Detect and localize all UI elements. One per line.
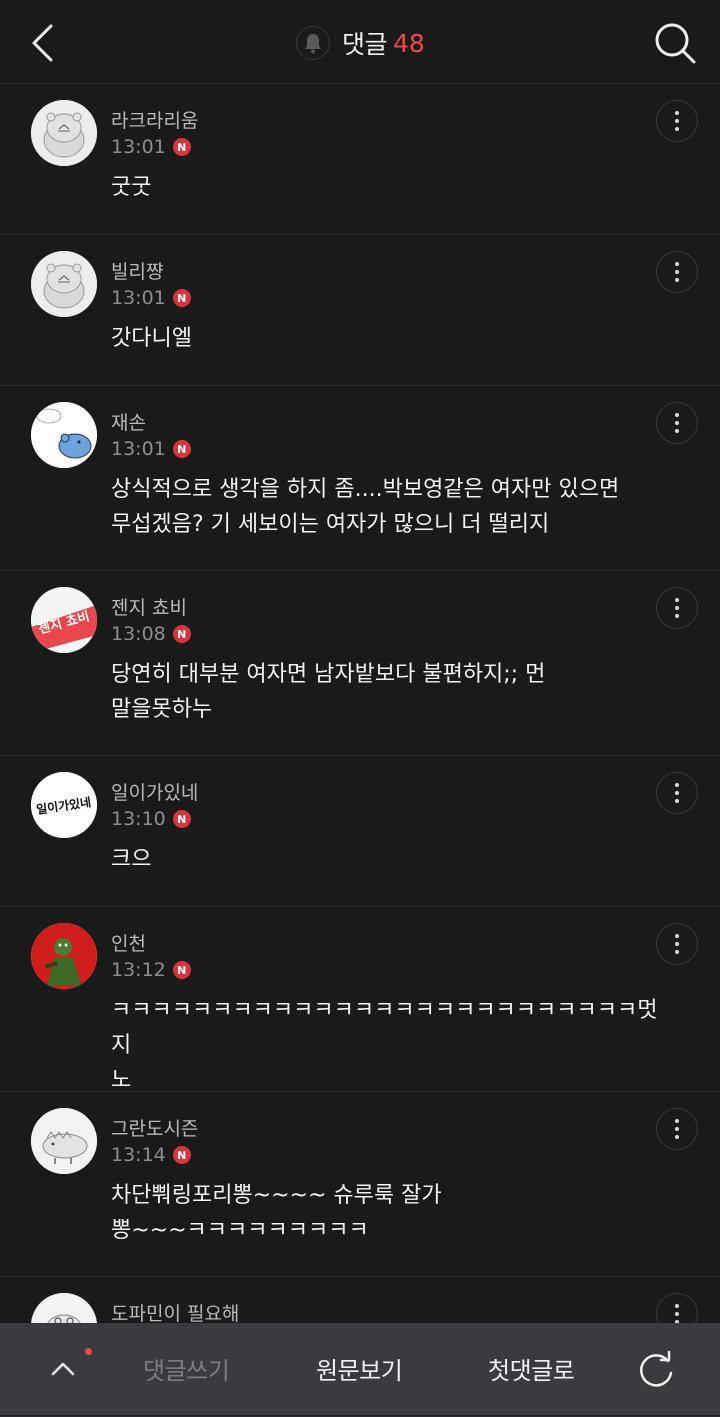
more-vertical-icon: [675, 598, 679, 618]
more-options-button[interactable]: [656, 251, 698, 293]
avatar-art: [31, 100, 97, 166]
header-title-group: 댓글 48: [296, 22, 425, 64]
more-options-button[interactable]: [656, 772, 698, 814]
comment-nickname[interactable]: 일이가있네: [111, 778, 198, 805]
view-original-button[interactable]: 원문보기: [316, 1351, 403, 1386]
more-vertical-icon: [675, 413, 679, 433]
search-icon: [655, 23, 696, 64]
search-button[interactable]: [650, 18, 700, 68]
write-comment-button[interactable]: 댓글쓰기: [143, 1351, 230, 1386]
avatar-art: [31, 402, 97, 468]
comment-time: 13:10: [111, 808, 166, 830]
avatar[interactable]: [31, 251, 97, 317]
more-options-button[interactable]: [656, 402, 698, 444]
comment-time: 13:08: [111, 623, 166, 645]
comment-time: 13:12: [111, 959, 166, 981]
new-badge: N: [172, 810, 191, 828]
new-badge: N: [172, 289, 191, 307]
new-indicator-dot: [85, 1348, 92, 1355]
comment-meta: 13:12 N: [111, 959, 191, 981]
more-vertical-icon: [675, 934, 679, 954]
comment-nickname[interactable]: 젠지 쵸비: [111, 593, 187, 620]
notification-toggle[interactable]: [296, 26, 330, 60]
refresh-button[interactable]: [636, 1349, 678, 1391]
comment-item: 일이가있네 일이가있네 13:10 N 크으: [0, 756, 720, 907]
comment-count: 48: [393, 28, 425, 58]
comment-text: ㅋㅋㅋㅋㅋㅋㅋㅋㅋㅋㅋㅋㅋㅋㅋㅋㅋㅋㅋㅋㅋㅋㅋㅋㅋㅋ멋지 노: [111, 998, 658, 1093]
top-bar: 댓글 48: [0, 0, 720, 84]
more-vertical-icon: [675, 1119, 679, 1139]
comment-meta: 13:01 N: [111, 287, 191, 309]
new-badge: N: [172, 625, 191, 643]
comment-item: 재손 13:01 N 상식적으로 생각을 하지 좀....박보영같은 여자만 있으면 …: [0, 386, 720, 571]
comment-time: 13:01: [111, 438, 166, 460]
comment-text: 상식적으로 생각을 하지 좀....박보영같은 여자만 있으면 무섭겠음? 기 …: [111, 477, 620, 537]
refresh-icon: [640, 1350, 673, 1387]
comment-meta: 13:01 N: [111, 136, 191, 158]
comment-meta: 13:08 N: [111, 623, 191, 645]
comment-nickname[interactable]: 재손: [111, 408, 146, 435]
comment-nickname[interactable]: 도파민이 필요해: [111, 1299, 239, 1326]
new-badge: N: [172, 961, 191, 979]
comment-time: 13:01: [111, 287, 166, 309]
avatar-art: [31, 1108, 97, 1174]
comment-text: 굿굿: [111, 175, 152, 200]
comment-nickname[interactable]: 빌리쨩: [111, 257, 163, 284]
comment-meta: 13:01 N: [111, 438, 191, 460]
avatar[interactable]: [31, 1108, 97, 1174]
scroll-top-button[interactable]: [44, 1349, 84, 1389]
more-options-button[interactable]: [656, 1108, 698, 1150]
avatar-art: [31, 251, 97, 317]
comment-text: 차단뿨링포리뽕~~~~ 슈루룩 잘가 뽕~~~ㅋㅋㅋㅋㅋㅋㅋㅋㅋ: [111, 1183, 442, 1243]
back-button[interactable]: [22, 18, 66, 68]
comment-item: 그란도시즌 13:14 N 차단뿨링포리뽕~~~~ 슈루룩 잘가 뽕~~~ㅋㅋㅋㅋㅋㅋ…: [0, 1092, 720, 1277]
comment-text: 크으: [111, 847, 152, 872]
comment-item: 라크라리움 13:01 N 굿굿: [0, 84, 720, 235]
comment-text: 당연히 대부분 여자면 남자밭보다 불편하지;; 먼 말을못하누: [111, 662, 546, 722]
comment-time: 13:14: [111, 1144, 166, 1166]
bell-icon: [305, 34, 321, 54]
more-options-button[interactable]: [656, 100, 698, 142]
avatar-art: 젠지 쵸비: [31, 587, 97, 653]
avatar-art: [31, 923, 97, 989]
comment-item: 빌리쨩 13:01 N 갓다니엘: [0, 235, 720, 386]
comment-item: 인천 13:12 N ㅋㅋㅋㅋㅋㅋㅋㅋㅋㅋㅋㅋㅋㅋㅋㅋㅋㅋㅋㅋㅋㅋㅋㅋㅋㅋ멋지 노: [0, 907, 720, 1093]
chevron-up-icon: [51, 1362, 75, 1376]
new-badge: N: [172, 138, 191, 156]
comment-nickname[interactable]: 인천: [111, 929, 146, 956]
comment-meta: 13:10 N: [111, 808, 191, 830]
more-vertical-icon: [675, 262, 679, 282]
avatar[interactable]: 젠지 쵸비: [31, 587, 97, 653]
avatar[interactable]: [31, 402, 97, 468]
comment-text: 갓다니엘: [111, 326, 192, 351]
page-title: 댓글: [342, 30, 388, 59]
more-options-button[interactable]: [656, 923, 698, 965]
comment-time: 13:01: [111, 136, 166, 158]
comment-item: 젠지 쵸비 젠지 쵸비 13:08 N 당연히 대부분 여자면 남자밭보다 불편하지;;…: [0, 571, 720, 756]
chevron-left-icon: [32, 24, 53, 62]
comment-list: 라크라리움 13:01 N 굿굿빌리쨩 13:01 N 갓다니엘재손 13:01 N 상식적으로 …: [0, 84, 720, 1417]
avatar[interactable]: [31, 100, 97, 166]
more-vertical-icon: [675, 1304, 679, 1324]
avatar[interactable]: 일이가있네: [31, 772, 97, 838]
comment-nickname[interactable]: 그란도시즌: [111, 1114, 198, 1141]
comment-nickname[interactable]: 라크라리움: [111, 106, 198, 133]
first-comment-button[interactable]: 첫댓글로: [488, 1351, 575, 1386]
more-vertical-icon: [675, 783, 679, 803]
more-options-button[interactable]: [656, 587, 698, 629]
avatar[interactable]: [31, 923, 97, 989]
bottom-toolbar: 댓글쓰기 원문보기 첫댓글로: [0, 1323, 720, 1415]
new-badge: N: [172, 1146, 191, 1164]
avatar-art: 일이가있네: [31, 772, 97, 838]
comment-meta: 13:14 N: [111, 1144, 191, 1166]
new-badge: N: [172, 440, 191, 458]
more-vertical-icon: [675, 111, 679, 131]
